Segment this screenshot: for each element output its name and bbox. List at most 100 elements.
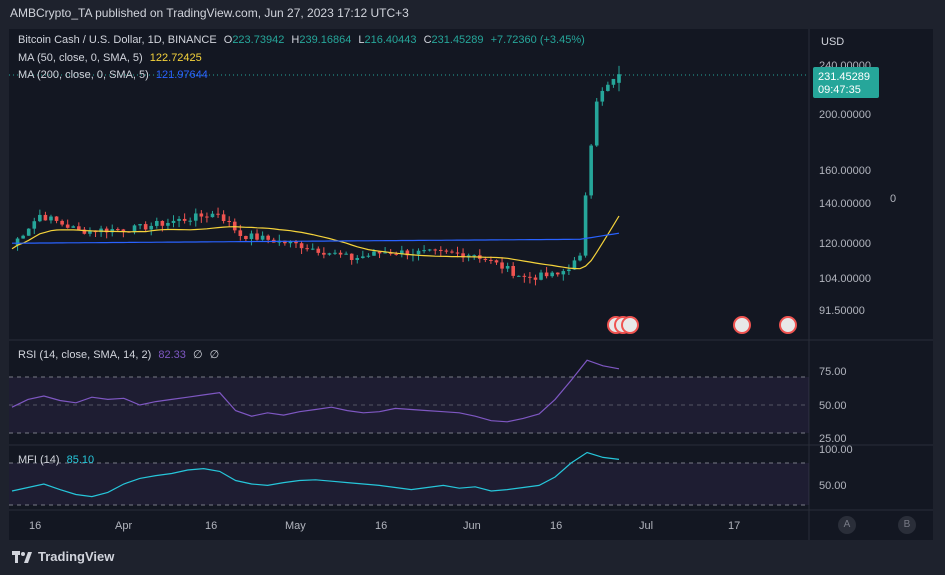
- candle-body: [166, 222, 170, 226]
- candle-body: [43, 214, 48, 221]
- ma50-legend[interactable]: MA (50, close, 0, SMA, 5) 122.72425: [18, 52, 206, 64]
- time-tick: May: [285, 520, 306, 532]
- candle-body: [505, 265, 510, 269]
- candle-body: [210, 213, 215, 218]
- candle-body: [32, 221, 37, 229]
- mfi-label: MFI (14): [18, 454, 60, 466]
- chart-canvas[interactable]: USD 240.00000 200.00000 160.00000 140.00…: [9, 29, 933, 540]
- symbol-title: Bitcoin Cash / U.S. Dollar, 1D, BINANCE: [18, 34, 217, 46]
- candle-body: [149, 225, 154, 230]
- candle-body: [589, 145, 593, 196]
- candle-body: [349, 253, 354, 260]
- candle-body: [555, 272, 560, 275]
- candle-body: [617, 74, 621, 83]
- candle-body: [21, 235, 25, 239]
- candle-body: [199, 213, 204, 217]
- ma50-value: 122.72425: [149, 52, 202, 64]
- us-flag-icon[interactable]: [779, 316, 797, 334]
- candles-layer: [15, 65, 621, 286]
- candle-body: [516, 275, 521, 277]
- price-legend[interactable]: Bitcoin Cash / U.S. Dollar, 1D, BINANCE …: [18, 34, 589, 46]
- candle-body: [266, 235, 270, 240]
- candle-body: [606, 84, 610, 91]
- close-label: C: [423, 34, 432, 46]
- candle-body: [433, 249, 438, 251]
- candle-body: [550, 272, 554, 277]
- price-tick: 91.50000: [819, 305, 865, 317]
- auto-scale-button[interactable]: A: [838, 516, 856, 534]
- candle-body: [260, 235, 265, 240]
- candle-body: [177, 218, 181, 221]
- candle-body: [60, 220, 64, 225]
- candle-body: [372, 251, 376, 256]
- candle-body: [344, 253, 348, 255]
- ma200-value: 121.97644: [155, 69, 208, 81]
- candle-body: [216, 213, 220, 215]
- candle-body: [427, 249, 432, 251]
- time-tick: Apr: [115, 520, 132, 532]
- candle-body: [138, 224, 142, 226]
- candle-body: [244, 235, 248, 239]
- event-flags[interactable]: [607, 316, 797, 334]
- candle-body: [600, 90, 605, 102]
- low-value: 216.40443: [364, 34, 417, 46]
- log-scale-button[interactable]: B: [898, 516, 916, 534]
- candle-body: [361, 256, 365, 258]
- candle-body: [327, 253, 332, 255]
- candle-body: [249, 233, 254, 239]
- mfi-tick: 50.00: [819, 480, 847, 492]
- price-tick: 160.00000: [819, 165, 871, 177]
- candle-body: [26, 228, 31, 236]
- ma200-legend[interactable]: MA (200, close, 0, SMA, 5) 121.97644: [18, 69, 212, 81]
- tradingview-footer: TradingView: [12, 549, 114, 564]
- us-flag-icon[interactable]: [733, 316, 751, 334]
- candle-body: [394, 253, 399, 255]
- candle-body: [500, 262, 504, 269]
- candle-body: [171, 220, 176, 223]
- mfi-tick: 100.00: [819, 444, 853, 456]
- candle-body: [355, 257, 360, 260]
- candle-body: [611, 78, 616, 85]
- candle-body: [567, 269, 571, 272]
- candle-body: [450, 251, 454, 253]
- mfi-legend[interactable]: MFI (14) 85.10: [18, 454, 98, 466]
- candle-body: [511, 265, 515, 276]
- candle-body: [38, 214, 42, 222]
- rsi-legend[interactable]: RSI (14, close, SMA, 14, 2) 82.33 ∅ ∅: [18, 348, 223, 361]
- candle-body: [483, 258, 488, 260]
- candle-body: [54, 216, 59, 221]
- candle-body: [472, 255, 477, 257]
- candle-body: [299, 243, 304, 249]
- tradingview-logo-icon: [12, 550, 32, 563]
- candle-body: [533, 277, 538, 280]
- candle-body: [232, 221, 237, 231]
- candle-body: [227, 220, 231, 222]
- candle-body: [438, 249, 443, 251]
- open-value: 223.73942: [232, 34, 285, 46]
- candle-body: [444, 250, 449, 252]
- candle-body: [539, 272, 543, 280]
- publisher-header: AMBCrypto_TA published on TradingView.co…: [10, 6, 409, 20]
- candle-body: [154, 220, 159, 226]
- candle-body: [71, 226, 76, 228]
- us-flag-icon[interactable]: [621, 316, 639, 334]
- candle-body: [188, 220, 193, 222]
- time-tick: Jun: [463, 520, 481, 532]
- time-tick: 16: [375, 520, 387, 532]
- price-tick: 140.00000: [819, 198, 871, 210]
- candle-body: [594, 101, 599, 146]
- last-price-value: 231.45289: [818, 71, 870, 83]
- candle-body: [322, 252, 326, 255]
- candle-body: [160, 220, 165, 226]
- candle-body: [522, 275, 527, 277]
- time-tick: Jul: [639, 520, 653, 532]
- price-tick: 120.00000: [819, 238, 871, 250]
- low-label: L: [358, 34, 365, 46]
- candle-body: [65, 224, 70, 228]
- close-value: 231.45289: [431, 34, 484, 46]
- chart-frame[interactable]: USD 240.00000 200.00000 160.00000 140.00…: [9, 29, 933, 540]
- candle-body: [205, 216, 209, 218]
- candle-body: [366, 255, 371, 257]
- candle-body: [305, 248, 309, 250]
- candle-body: [544, 272, 549, 277]
